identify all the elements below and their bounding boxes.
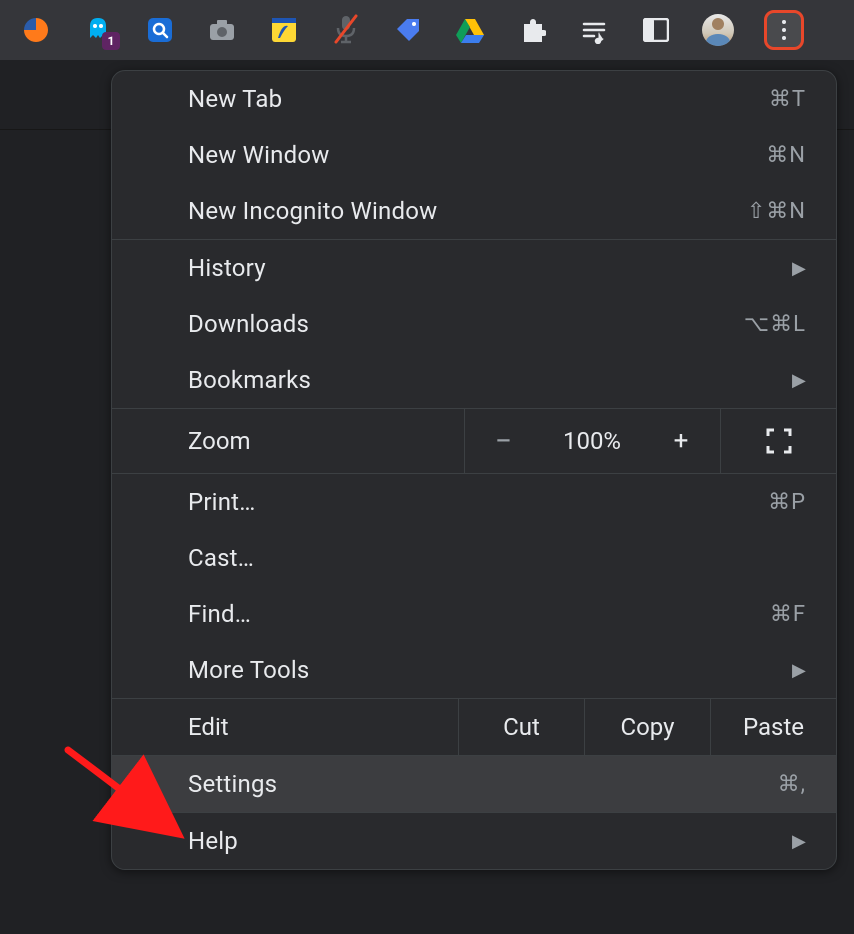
menu-item-label: New Window (188, 141, 329, 169)
shortcut: ⌥⌘L (744, 312, 806, 337)
more-vert-icon[interactable] (764, 10, 804, 50)
menu-item-bookmarks[interactable]: Bookmarks ▶ (112, 352, 836, 408)
menu-item-more-tools[interactable]: More Tools ▶ (112, 642, 836, 698)
zoom-label: Zoom (112, 427, 464, 455)
puzzle-icon[interactable] (516, 14, 548, 46)
menu-item-edit: Edit Cut Copy Paste (112, 699, 836, 755)
edit-label: Edit (112, 699, 458, 755)
avatar-icon[interactable] (702, 14, 734, 46)
search-ext-icon[interactable] (144, 14, 176, 46)
chevron-right-icon: ▶ (792, 258, 806, 279)
menu-item-label: More Tools (188, 656, 310, 684)
ext-badge: 1 (102, 32, 120, 50)
browser-toolbar: 1 (0, 0, 854, 60)
menu-item-label: Settings (188, 770, 277, 798)
menu-item-zoom: Zoom − 100% + (112, 409, 836, 473)
menu-item-label: Downloads (188, 310, 309, 338)
zoom-in-button[interactable]: + (642, 409, 720, 473)
similarweb-ext-icon[interactable] (20, 14, 52, 46)
menu-item-label: New Incognito Window (188, 197, 437, 225)
menu-item-label: Find… (188, 600, 251, 628)
chevron-right-icon: ▶ (792, 370, 806, 391)
menu-item-label: Help (188, 827, 238, 855)
copy-button[interactable]: Copy (584, 699, 710, 755)
menu-item-find[interactable]: Find… ⌘F (112, 586, 836, 642)
shortcut: ⌘, (778, 772, 806, 797)
menu-item-label: New Tab (188, 85, 282, 113)
menu-item-print[interactable]: Print… ⌘P (112, 474, 836, 530)
menu-item-incognito[interactable]: New Incognito Window ⇧⌘N (112, 183, 836, 239)
sidepanel-icon[interactable] (640, 14, 672, 46)
media-controls-icon[interactable] (578, 14, 610, 46)
ghostery-ext-icon[interactable]: 1 (82, 14, 114, 46)
shortcut: ⌘N (766, 143, 806, 168)
menu-item-new-tab[interactable]: New Tab ⌘T (112, 71, 836, 127)
menu-item-label: Bookmarks (188, 366, 311, 394)
tag-ext-icon[interactable] (392, 14, 424, 46)
chevron-right-icon: ▶ (792, 831, 806, 852)
menu-item-new-window[interactable]: New Window ⌘N (112, 127, 836, 183)
menu-item-cast[interactable]: Cast… (112, 530, 836, 586)
chrome-menu: New Tab ⌘T New Window ⌘N New Incognito W… (111, 70, 837, 870)
menu-item-downloads[interactable]: Downloads ⌥⌘L (112, 296, 836, 352)
fullscreen-button[interactable] (720, 409, 836, 473)
shortcut: ⌘F (770, 602, 806, 627)
shortcut: ⌘T (769, 87, 806, 112)
shortcut: ⇧⌘N (747, 199, 806, 224)
paste-button[interactable]: Paste (710, 699, 836, 755)
mic-mute-ext-icon[interactable] (330, 14, 362, 46)
cut-button[interactable]: Cut (458, 699, 584, 755)
notes-ext-icon[interactable] (268, 14, 300, 46)
menu-item-label: Print… (188, 488, 255, 516)
shortcut: ⌘P (768, 490, 806, 515)
chevron-right-icon: ▶ (792, 660, 806, 681)
drive-ext-icon[interactable] (454, 14, 486, 46)
menu-item-label: Cast… (188, 544, 254, 572)
menu-item-history[interactable]: History ▶ (112, 240, 836, 296)
menu-item-help[interactable]: Help ▶ (112, 813, 836, 869)
zoom-level: 100% (542, 409, 642, 473)
screenshot-ext-icon[interactable] (206, 14, 238, 46)
zoom-out-button[interactable]: − (464, 409, 542, 473)
menu-item-settings[interactable]: Settings ⌘, (112, 756, 836, 812)
menu-item-label: History (188, 254, 266, 282)
